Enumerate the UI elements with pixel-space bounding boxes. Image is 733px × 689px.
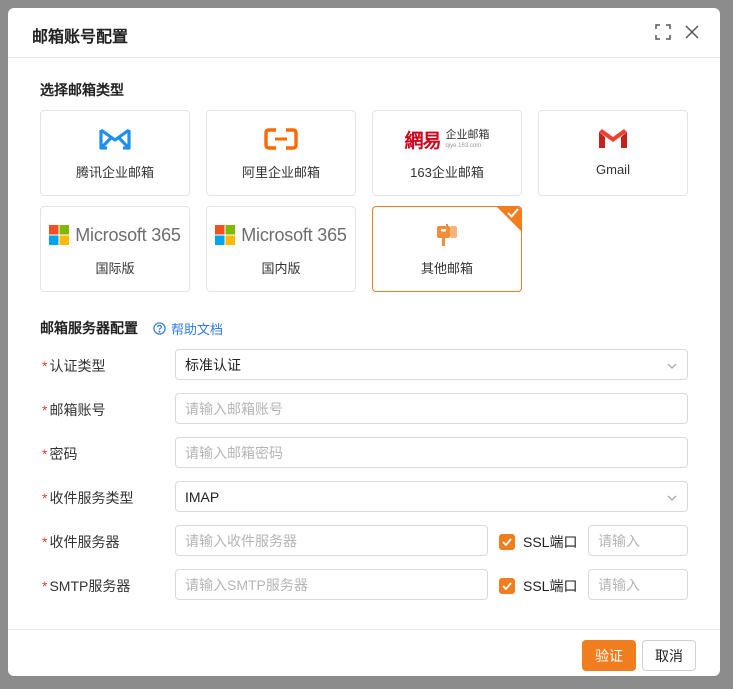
mail-type-label: 其他邮箱 [420,261,473,276]
help-circle-icon [153,322,166,335]
checkbox-checked-icon [499,578,515,594]
chevron-down-icon [667,363,677,369]
auth-type-value: 标准认证 [185,356,241,373]
checkbox-checked-icon [499,534,515,550]
help-doc-label: 帮助文档 [171,322,224,337]
incoming-type-select[interactable]: IMAP [175,481,688,512]
mail-type-label: 阿里企业邮箱 [241,165,320,180]
microsoft-365-wordmark: Microsoft 365 [241,224,347,245]
required-mark: * [42,358,48,374]
incoming-server-placeholder: 请输入收件服务器 [185,532,297,549]
email-account-input[interactable]: 请输入邮箱账号 [175,393,688,424]
auth-type-label: * 认证类型 [42,356,105,376]
incoming-port-placeholder: 请输入 [598,532,640,549]
incoming-port-input[interactable]: 请输入 [588,525,688,556]
mail-type-card-ms365-cn[interactable]: Microsoft 365 国内版 [206,206,356,292]
mail-type-label: 国际版 [95,261,135,276]
mail-type-label: 国内版 [261,261,301,276]
aliyun-mail-logo [207,125,355,153]
smtp-server-input[interactable]: 请输入SMTP服务器 [175,569,488,600]
dialog-title: 邮箱账号配置 [32,29,129,46]
smtp-ssl-label: SSL端口 [523,578,578,594]
required-mark: * [42,578,48,594]
netease-163-logo: 網易 企业邮箱 qiye.163.com [373,125,521,153]
netease-logo-url: qiye.163.com [445,142,482,149]
check-icon [507,208,519,218]
microsoft-365-logo: Microsoft 365 [207,221,355,249]
mail-type-card-other[interactable]: 其他邮箱 [372,206,522,292]
smtp-server-label-text: SMTP服务器 [49,578,131,594]
password-placeholder: 请输入邮箱密码 [185,444,283,461]
password-label: * 密码 [42,444,77,464]
dialog-footer: 验证 取消 [8,629,720,676]
chevron-down-icon [667,495,677,501]
mail-type-section-title: 选择邮箱类型 [40,82,124,98]
netease-logo-text: 網易 [404,129,441,152]
smtp-port-input[interactable]: 请输入 [588,569,688,600]
microsoft-365-logo: Microsoft 365 [41,221,189,249]
smtp-port-placeholder: 请输入 [598,576,640,593]
required-mark: * [42,490,48,506]
help-doc-link[interactable]: 帮助文档 [153,319,223,338]
incoming-type-label-text: 收件服务类型 [49,490,134,506]
account-label-text: 邮箱账号 [49,402,106,418]
mail-type-card-gmail[interactable]: Gmail [538,110,688,196]
close-icon[interactable] [684,24,702,42]
incoming-server-label-text: 收件服务器 [49,534,120,550]
smtp-server-label: * SMTP服务器 [42,576,130,596]
server-config-section-title: 邮箱服务器配置 [40,320,138,336]
mail-account-dialog: 邮箱账号配置 选择邮箱类型 腾讯企业邮箱 阿里企业邮箱 網易 企业邮箱 qiye… [8,8,720,676]
mail-type-label: Gmail [596,162,630,177]
microsoft-365-wordmark: Microsoft 365 [75,224,181,245]
smtp-server-placeholder: 请输入SMTP服务器 [185,576,308,593]
required-mark: * [42,534,48,550]
gmail-logo [539,125,687,153]
mail-type-card-aliyun[interactable]: 阿里企业邮箱 [206,110,356,196]
account-label: * 邮箱账号 [42,400,105,420]
mail-type-card-tencent[interactable]: 腾讯企业邮箱 [40,110,190,196]
fullscreen-icon[interactable] [655,24,673,42]
auth-type-select[interactable]: 标准认证 [175,349,688,380]
incoming-type-label: * 收件服务类型 [42,488,133,508]
mail-type-card-163[interactable]: 網易 企业邮箱 qiye.163.com 163企业邮箱 [372,110,522,196]
cancel-button[interactable]: 取消 [642,640,696,671]
incoming-type-value: IMAP [185,488,220,505]
dialog-header: 邮箱账号配置 [8,8,720,58]
incoming-server-input[interactable]: 请输入收件服务器 [175,525,488,556]
tencent-exmail-logo [41,125,189,153]
verify-button[interactable]: 验证 [582,640,636,671]
auth-type-label-text: 认证类型 [49,358,106,374]
password-input[interactable]: 请输入邮箱密码 [175,437,688,468]
mail-type-label: 163企业邮箱 [410,165,484,180]
incoming-ssl-checkbox[interactable]: SSL端口 [499,532,577,552]
mail-type-card-ms365-intl[interactable]: Microsoft 365 国际版 [40,206,190,292]
required-mark: * [42,446,48,462]
password-label-text: 密码 [49,446,78,462]
incoming-ssl-label: SSL端口 [523,534,578,550]
netease-logo-sub: 企业邮箱 [445,128,490,141]
required-mark: * [42,402,48,418]
email-account-placeholder: 请输入邮箱账号 [185,400,283,417]
incoming-server-label: * 收件服务器 [42,532,119,552]
smtp-ssl-checkbox[interactable]: SSL端口 [499,576,577,596]
mail-type-label: 腾讯企业邮箱 [75,165,154,180]
